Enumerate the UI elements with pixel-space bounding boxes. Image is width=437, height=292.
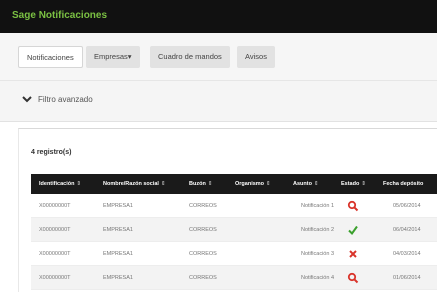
cell-nombre: EMPRESA1 bbox=[103, 275, 133, 281]
cell-nombre: EMPRESA1 bbox=[103, 227, 133, 233]
column-header-label: Identificación bbox=[39, 181, 75, 187]
column-header-identificacion[interactable]: Identificación ⇕ bbox=[39, 174, 81, 194]
cell-asunto: Notificación 2 bbox=[301, 227, 335, 233]
brand-name: Sage bbox=[12, 10, 36, 21]
table-row[interactable]: X00000000T EMPRESA1 CORREOS Notificación… bbox=[31, 242, 437, 266]
advanced-filter-label: Filtro avanzado bbox=[38, 95, 93, 104]
column-header-label: Organismo bbox=[235, 181, 265, 187]
sort-icon: ⇕ bbox=[207, 181, 213, 187]
tab-notificaciones[interactable]: Notificaciones bbox=[18, 46, 83, 68]
app-name: Notificaciones bbox=[38, 10, 108, 21]
column-header-asunto[interactable]: Asunto ⇕ bbox=[293, 174, 319, 194]
sort-icon: ⇕ bbox=[160, 181, 166, 187]
chevron-down-icon bbox=[22, 96, 32, 103]
cell-identificacion: X00000000T bbox=[39, 275, 71, 281]
column-header-nombre[interactable]: Nombre/Razón social ⇕ bbox=[103, 174, 166, 194]
column-header-label: Nombre/Razón social bbox=[103, 181, 159, 187]
column-header-label: Asunto bbox=[293, 181, 312, 187]
sort-icon: ⇕ bbox=[361, 181, 366, 187]
cell-buzon: CORREOS bbox=[189, 203, 217, 209]
advanced-filter[interactable]: Filtro avanzado bbox=[0, 81, 437, 122]
column-header-label: Buzón bbox=[189, 181, 206, 187]
column-header-estado[interactable]: Estado ⇕ bbox=[341, 174, 366, 194]
search-red-icon[interactable] bbox=[347, 200, 359, 212]
cell-buzon: CORREOS bbox=[189, 251, 217, 257]
results-panel: 4 registro(s) Identificación ⇕ Nombre/Raz… bbox=[18, 128, 437, 292]
cell-nombre: EMPRESA1 bbox=[103, 251, 133, 257]
column-header-label: Estado bbox=[341, 181, 360, 187]
table-row[interactable]: X00000000T EMPRESA1 CORREOS Notificación… bbox=[31, 218, 437, 242]
table-row[interactable]: X00000000T EMPRESA1 CORREOS Notificación… bbox=[31, 266, 437, 290]
main-nav: Notificaciones Empresas▾ Cuadro de mando… bbox=[0, 33, 437, 81]
app-title[interactable]: Sage Notificaciones bbox=[12, 10, 107, 21]
record-count: 4 registro(s) bbox=[31, 149, 72, 156]
top-bar: Sage Notificaciones bbox=[0, 0, 437, 33]
check-icon[interactable] bbox=[347, 224, 359, 236]
sort-icon: ⇕ bbox=[266, 181, 271, 187]
sort-icon: ⇕ bbox=[76, 181, 82, 187]
sort-icon: ⇕ bbox=[313, 181, 319, 187]
cell-identificacion: X00000000T bbox=[39, 227, 71, 233]
cell-buzon: CORREOS bbox=[189, 227, 217, 233]
cell-nombre: EMPRESA1 bbox=[103, 203, 133, 209]
table-row[interactable]: X00000000T EMPRESA1 CORREOS Notificación… bbox=[31, 194, 437, 218]
cell-identificacion: X00000000T bbox=[39, 251, 71, 257]
tab-empresas[interactable]: Empresas▾ bbox=[86, 46, 140, 68]
tab-avisos[interactable]: Avisos bbox=[237, 46, 275, 68]
cell-asunto: Notificación 3 bbox=[301, 251, 335, 257]
cell-fecha: 04/03/2014 bbox=[393, 251, 421, 257]
tab-cuadro-de-mandos[interactable]: Cuadro de mandos bbox=[150, 46, 230, 68]
cell-asunto: Notificación 4 bbox=[301, 275, 335, 281]
table-header: Identificación ⇕ Nombre/Razón social ⇕ Buz… bbox=[31, 174, 437, 194]
column-header-organismo[interactable]: Organismo ⇕ bbox=[235, 174, 271, 194]
cell-fecha: 05/06/2014 bbox=[393, 203, 421, 209]
cell-asunto: Notificación 1 bbox=[301, 203, 335, 209]
cell-buzon: CORREOS bbox=[189, 275, 217, 281]
search-red-icon[interactable] bbox=[347, 272, 359, 284]
column-header-buzon[interactable]: Buzón ⇕ bbox=[189, 174, 212, 194]
column-header-label: Fecha depósito bbox=[383, 181, 424, 187]
cell-fecha: 01/06/2014 bbox=[393, 275, 421, 281]
column-header-fecha[interactable]: Fecha depósito bbox=[383, 174, 423, 194]
cross-icon[interactable] bbox=[347, 248, 359, 260]
cell-identificacion: X00000000T bbox=[39, 203, 71, 209]
cell-fecha: 06/04/2014 bbox=[393, 227, 421, 233]
